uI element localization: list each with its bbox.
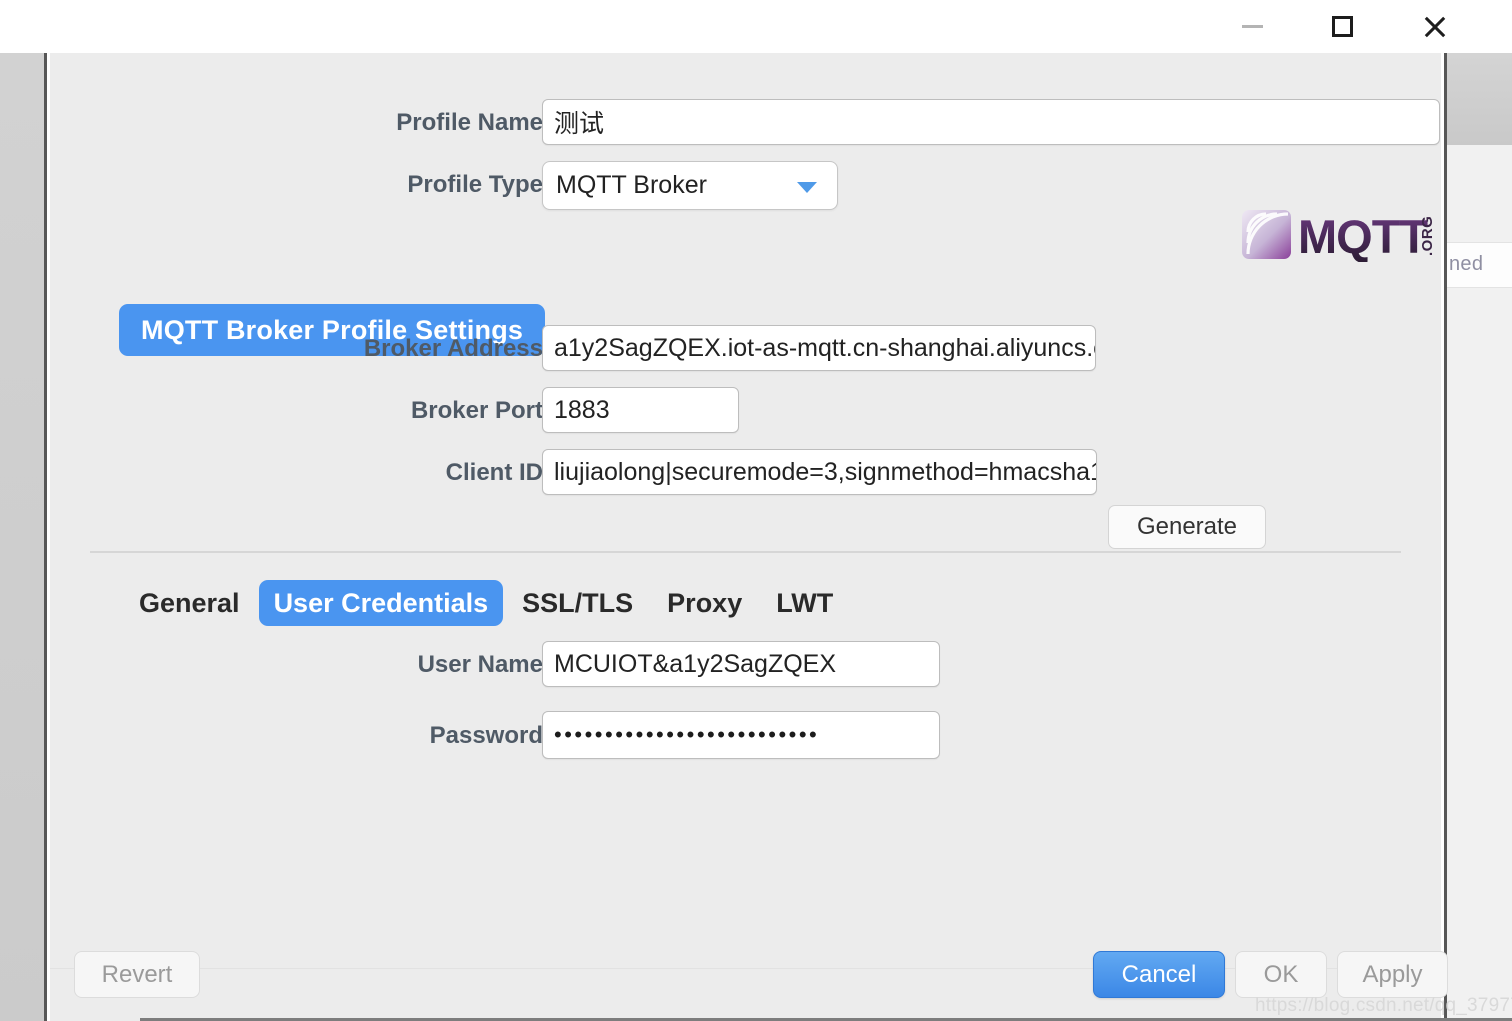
password-input[interactable]: •••••••••••••••••••••••••• — [542, 711, 940, 759]
profile-type-select[interactable]: MQTT Broker — [542, 161, 838, 210]
broker-address-label: Broker Address — [363, 335, 543, 362]
chevron-down-icon — [797, 181, 817, 193]
footer-divider — [50, 968, 1441, 969]
user-name-label: User Name — [417, 651, 543, 678]
revert-button[interactable]: Revert — [74, 951, 200, 998]
tab-user-credentials[interactable]: User Credentials — [258, 580, 504, 626]
user-name-input[interactable]: MCUIOT&a1y2SagZQEX — [542, 641, 940, 687]
minimize-button[interactable] — [1220, 0, 1284, 53]
profile-type-value: MQTT Broker — [556, 171, 707, 199]
background-window-right — [1444, 53, 1512, 1021]
maximize-icon — [1331, 16, 1353, 37]
tab-general[interactable]: General — [124, 580, 255, 626]
tab-proxy[interactable]: Proxy — [652, 580, 757, 626]
background-window-right-header — [1447, 53, 1512, 145]
cancel-button[interactable]: Cancel — [1093, 951, 1225, 998]
settings-tabs: General User Credentials SSL/TLS Proxy L… — [124, 579, 848, 627]
minimize-icon — [1241, 25, 1263, 28]
profile-settings-dialog: Profile Name 测试 Profile Type MQTT Broker — [50, 53, 1448, 1021]
background-window-right-row: ned — [1447, 242, 1512, 288]
title-bar — [0, 0, 1512, 53]
profile-type-label: Profile Type — [407, 171, 543, 198]
apply-button[interactable]: Apply — [1337, 951, 1448, 998]
password-masked-value: •••••••••••••••••••••••••• — [554, 722, 820, 747]
background-window-left — [0, 53, 47, 1021]
password-label: Password — [429, 722, 543, 749]
svg-text:.ORG: .ORG — [1419, 216, 1436, 256]
background-fragment-text: ned — [1449, 253, 1484, 275]
close-button[interactable] — [1403, 0, 1467, 53]
close-icon — [1422, 14, 1448, 40]
section-divider — [90, 551, 1401, 553]
tab-lwt[interactable]: LWT — [761, 580, 848, 626]
maximize-button[interactable] — [1310, 0, 1374, 53]
broker-address-input[interactable]: a1y2SagZQEX.iot-as-mqtt.cn-shanghai.aliy… — [542, 325, 1096, 371]
broker-port-input[interactable]: 1883 — [542, 387, 739, 433]
screenshot-root: ned Profile Name 测试 Profile Type MQTT Br… — [0, 0, 1512, 1021]
broker-port-label: Broker Port — [410, 397, 543, 424]
watermark-text: https://blog.csdn.net/qq_37977847 — [1255, 995, 1512, 1016]
tab-ssl-tls[interactable]: SSL/TLS — [507, 580, 648, 626]
profile-name-label: Profile Name — [396, 109, 543, 136]
svg-text:MQTT: MQTT — [1298, 210, 1428, 262]
client-id-input[interactable]: liujiaolong|securemode=3,signmethod=hmac… — [542, 449, 1097, 495]
generate-button[interactable]: Generate — [1108, 505, 1266, 549]
profile-name-input[interactable]: 测试 — [542, 99, 1440, 145]
mqtt-org-logo: MQTT .ORG — [1242, 208, 1442, 263]
ok-button[interactable]: OK — [1235, 951, 1327, 998]
client-id-label: Client ID — [445, 459, 543, 486]
